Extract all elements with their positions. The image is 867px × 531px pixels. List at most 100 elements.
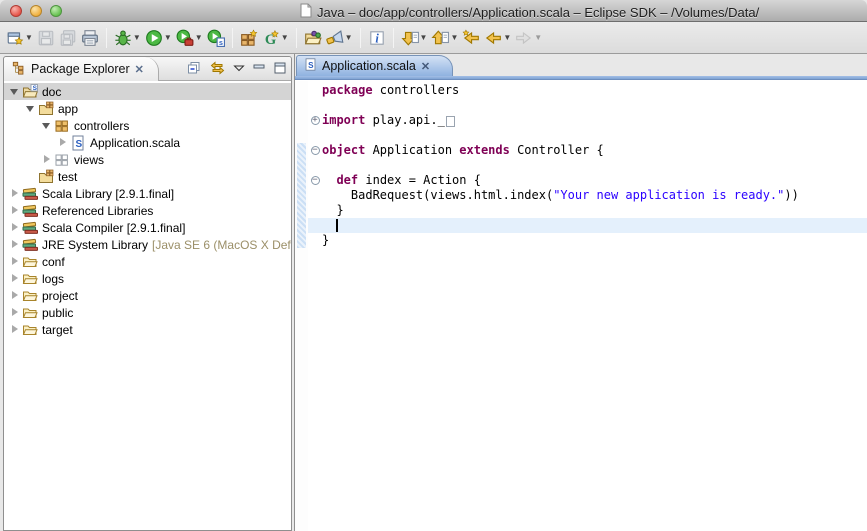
- code-line-current[interactable]: [308, 218, 867, 233]
- open-element-button[interactable]: [302, 27, 324, 49]
- title-bar[interactable]: Java – doc/app/controllers/Application.s…: [0, 0, 867, 22]
- code-line[interactable]: [308, 128, 867, 143]
- fold-expand-icon[interactable]: +: [311, 116, 320, 125]
- editor-tab-application-scala[interactable]: S Application.scala ✕: [296, 55, 453, 76]
- collapse-arrow-icon[interactable]: [10, 87, 20, 97]
- expand-arrow-icon[interactable]: [10, 291, 20, 301]
- expand-arrow-icon[interactable]: [10, 223, 20, 233]
- tree-item-doc[interactable]: Sdoc: [4, 83, 291, 100]
- tree-item-views[interactable]: views: [4, 151, 291, 168]
- zoom-window-button[interactable]: [50, 5, 62, 17]
- run-history-button[interactable]: s: [205, 27, 227, 49]
- dropdown-arrow-icon[interactable]: ▼: [281, 33, 289, 42]
- collapsed-region-box[interactable]: [446, 116, 455, 127]
- debug-button[interactable]: ▼: [112, 27, 143, 49]
- code-line[interactable]: BadRequest(views.html.index("Your new ap…: [308, 188, 867, 203]
- window-title: Java – doc/app/controllers/Application.s…: [317, 5, 759, 20]
- back-button[interactable]: ▼: [482, 27, 513, 49]
- maximize-view-icon[interactable]: [273, 61, 287, 75]
- link-with-editor-icon[interactable]: [209, 60, 226, 76]
- new-scala-element-button[interactable]: G▼: [260, 27, 291, 49]
- dropdown-arrow-icon[interactable]: ▼: [25, 33, 33, 42]
- tree-item-conf[interactable]: conf: [4, 253, 291, 270]
- dropdown-arrow-icon[interactable]: ▼: [345, 33, 353, 42]
- dropdown-arrow-icon[interactable]: ▼: [164, 33, 172, 42]
- close-tab-icon[interactable]: ✕: [421, 60, 430, 73]
- dropdown-arrow-icon[interactable]: ▼: [450, 33, 458, 42]
- code-area[interactable]: package controllers +import play.api._ −ob…: [308, 83, 867, 248]
- new-package-button[interactable]: [238, 27, 260, 49]
- collapse-arrow-icon[interactable]: [42, 121, 52, 131]
- tree-item-label: public: [42, 306, 73, 320]
- print-icon: [81, 29, 99, 47]
- dropdown-arrow-icon[interactable]: ▼: [503, 33, 511, 42]
- view-menu-icon[interactable]: [233, 61, 245, 75]
- code-line[interactable]: [308, 98, 867, 113]
- expand-arrow-icon[interactable]: [10, 206, 20, 216]
- mark-occurrences-button[interactable]: i: [366, 27, 388, 49]
- tree-item-target[interactable]: target: [4, 321, 291, 338]
- mark-occurrences-icon: i: [368, 29, 386, 47]
- tree-item-scala[interactable]: Scala Compiler [2.9.1.final]: [4, 219, 291, 236]
- dropdown-arrow-icon[interactable]: ▼: [133, 33, 141, 42]
- code-line[interactable]: }: [308, 203, 867, 218]
- save-all-icon: [59, 29, 77, 47]
- print-button[interactable]: [79, 27, 101, 49]
- expand-arrow-icon[interactable]: [10, 240, 20, 250]
- collapse-arrow-icon[interactable]: [26, 104, 36, 114]
- editor-tab-bar: S Application.scala ✕: [295, 54, 867, 76]
- vertical-ruler[interactable]: [295, 81, 308, 531]
- tree-item-label: conf: [42, 255, 65, 269]
- tree-item-logs[interactable]: logs: [4, 270, 291, 287]
- fold-collapse-icon[interactable]: −: [311, 146, 320, 155]
- next-annotation-button[interactable]: ▼: [399, 27, 430, 49]
- run-external-tools-button[interactable]: ▼: [174, 27, 205, 49]
- code-line[interactable]: +import play.api._: [308, 113, 867, 128]
- tree-item-referenced[interactable]: Referenced Libraries: [4, 202, 291, 219]
- fold-collapse-icon[interactable]: −: [311, 176, 320, 185]
- expand-arrow-icon[interactable]: [58, 138, 68, 148]
- tree-item-controllers[interactable]: controllers: [4, 117, 291, 134]
- expand-arrow-icon[interactable]: [42, 155, 52, 165]
- new-wizard-button[interactable]: ▼: [4, 27, 35, 49]
- tree-item-app[interactable]: app: [4, 100, 291, 117]
- tree-item-project[interactable]: project: [4, 287, 291, 304]
- save-icon: [37, 29, 55, 47]
- expand-arrow-icon[interactable]: [10, 274, 20, 284]
- code-line[interactable]: −object Application extends Controller {: [308, 143, 867, 158]
- tree-item-jre[interactable]: JRE System Library[Java SE 6 (MacOS X De…: [4, 236, 291, 253]
- search-button[interactable]: ▼: [324, 27, 355, 49]
- close-view-icon[interactable]: ✕: [135, 63, 144, 76]
- tree-item-scala[interactable]: Scala Library [2.9.1.final]: [4, 185, 291, 202]
- package-explorer-tab[interactable]: Package Explorer ✕: [4, 57, 159, 81]
- code-line[interactable]: package controllers: [308, 83, 867, 98]
- previous-annotation-button[interactable]: ▼: [429, 27, 460, 49]
- tab-highlight-strip: [295, 76, 867, 80]
- expand-arrow-icon[interactable]: [10, 308, 20, 318]
- minimize-view-icon[interactable]: [252, 61, 266, 75]
- minimize-window-button[interactable]: [30, 5, 42, 17]
- code-line[interactable]: [308, 158, 867, 173]
- tree-item-label: Referenced Libraries: [42, 204, 153, 218]
- expand-arrow-icon[interactable]: [10, 257, 20, 267]
- tree-item-application.scala[interactable]: SApplication.scala: [4, 134, 291, 151]
- tree-item-public[interactable]: public: [4, 304, 291, 321]
- expand-arrow-icon[interactable]: [10, 189, 20, 199]
- code-text: import play.api._: [322, 113, 455, 128]
- dropdown-arrow-icon[interactable]: ▼: [534, 33, 542, 42]
- last-edit-location-button[interactable]: [460, 27, 482, 49]
- tree-item-test[interactable]: test: [4, 168, 291, 185]
- svg-text:s: s: [219, 37, 223, 46]
- editor-content[interactable]: package controllers +import play.api._ −ob…: [295, 81, 867, 531]
- code-line[interactable]: }: [308, 233, 867, 248]
- expand-arrow-icon[interactable]: [10, 325, 20, 335]
- folder-icon: [22, 322, 38, 338]
- dropdown-arrow-icon[interactable]: ▼: [420, 33, 428, 42]
- code-line[interactable]: − def index = Action {: [308, 173, 867, 188]
- collapse-all-icon[interactable]: [186, 60, 202, 76]
- svg-text:i: i: [375, 31, 379, 45]
- tree-item-label: views: [74, 153, 104, 167]
- close-window-button[interactable]: [10, 5, 22, 17]
- run-button[interactable]: ▼: [143, 27, 174, 49]
- dropdown-arrow-icon[interactable]: ▼: [195, 33, 203, 42]
